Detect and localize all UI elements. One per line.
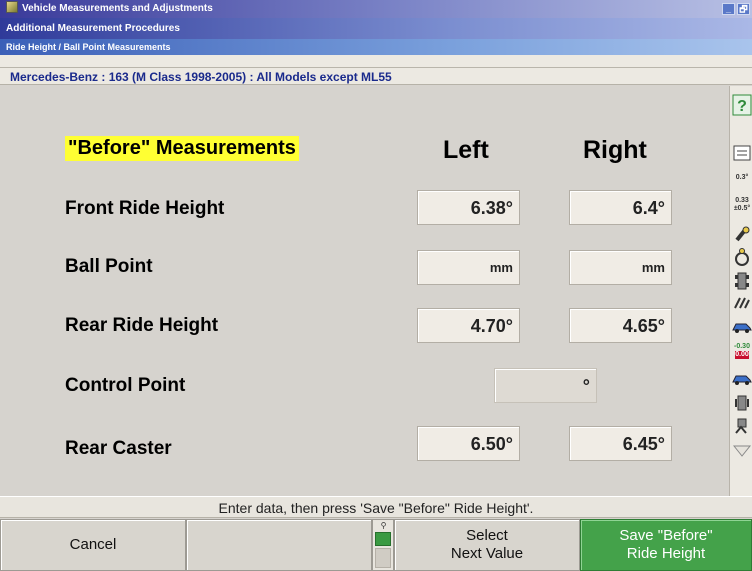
magnifier-icon: ⚲ xyxy=(380,521,387,530)
blank-function-button[interactable] xyxy=(186,519,372,571)
tolerance-value-label: 0.33 xyxy=(735,197,749,204)
car-front-icon[interactable] xyxy=(732,368,752,390)
vehicle-top-icon[interactable] xyxy=(732,270,752,292)
scroller-track[interactable] xyxy=(375,548,391,568)
breadcrumb-procedures: Additional Measurement Procedures xyxy=(0,18,752,39)
scroller-thumb[interactable] xyxy=(375,532,391,546)
front-ride-height-left-field[interactable]: 6.38° xyxy=(417,190,520,225)
wrench-icon[interactable] xyxy=(732,224,752,246)
print-icon[interactable] xyxy=(732,142,752,164)
ball-point-label: Ball Point xyxy=(65,256,153,277)
readout-top-label: -0.30 xyxy=(734,343,750,350)
car-side-icon[interactable] xyxy=(732,316,752,338)
cancel-button[interactable]: Cancel xyxy=(0,519,186,571)
before-measurements-heading: "Before" Measurements xyxy=(65,136,299,161)
left-column-heading: Left xyxy=(443,136,489,164)
sensor-icon[interactable] xyxy=(732,416,752,438)
ball-point-right-field[interactable]: mm xyxy=(569,250,672,285)
vehicle-header: Mercedes-Benz : 163 (M Class 1998-2005) … xyxy=(0,55,752,85)
app-icon xyxy=(6,1,18,13)
ball-point-left-field[interactable]: mm xyxy=(417,250,520,285)
svg-text:?: ? xyxy=(737,98,747,115)
window-title: Vehicle Measurements and Adjustments xyxy=(22,3,213,14)
angle-readout-icon[interactable]: -0.30 0.00 xyxy=(732,340,752,362)
tolerance-icon[interactable]: 0.33 ±0.5° xyxy=(732,194,752,216)
function-key-scroller[interactable]: ⚲ xyxy=(372,519,394,571)
breadcrumb-ride-height: Ride Height / Ball Point Measurements xyxy=(0,39,752,55)
rear-caster-right-field[interactable]: 6.45° xyxy=(569,426,672,461)
spec-value-label: 0.3° xyxy=(735,173,749,181)
control-point-field[interactable]: ° xyxy=(494,368,597,403)
select-next-value-button[interactable]: Select Next Value xyxy=(394,519,580,571)
right-toolbar: ? 0.3° 0.33 ±0.5° -0.30 0.00 xyxy=(729,86,752,496)
expand-icon[interactable] xyxy=(732,440,752,462)
tolerance-range-label: ±0.5° xyxy=(733,205,751,212)
restore-button[interactable]: 🗗 xyxy=(737,3,750,15)
right-column-heading: Right xyxy=(583,136,647,164)
front-ride-height-label: Front Ride Height xyxy=(65,198,225,219)
readout-bottom-label: 0.00 xyxy=(735,351,749,359)
measurement-panel: "Before" Measurements Left Right Front R… xyxy=(0,86,729,496)
tread-icon[interactable] xyxy=(732,292,752,314)
header-divider xyxy=(0,67,752,68)
minimize-button[interactable]: _ xyxy=(722,3,735,15)
alignment-icon[interactable] xyxy=(732,392,752,414)
control-point-label: Control Point xyxy=(65,375,186,396)
help-icon[interactable]: ? xyxy=(732,94,752,116)
vehicle-title: Mercedes-Benz : 163 (M Class 1998-2005) … xyxy=(10,70,392,84)
rear-ride-height-label: Rear Ride Height xyxy=(65,315,219,336)
rear-ride-height-left-field[interactable]: 4.70° xyxy=(417,308,520,343)
window-title-bar: Vehicle Measurements and Adjustments _ 🗗 xyxy=(0,0,752,18)
instruction-text: Enter data, then press 'Save "Before" Ri… xyxy=(0,496,752,518)
rear-caster-label: Rear Caster xyxy=(65,438,172,459)
rear-ride-height-right-field[interactable]: 4.65° xyxy=(569,308,672,343)
save-before-ride-height-button[interactable]: Save "Before" Ride Height xyxy=(580,519,752,571)
front-ride-height-right-field[interactable]: 6.4° xyxy=(569,190,672,225)
steering-wheel-icon[interactable] xyxy=(732,246,752,268)
rear-caster-left-field[interactable]: 6.50° xyxy=(417,426,520,461)
spec-values-icon[interactable]: 0.3° xyxy=(732,166,752,188)
